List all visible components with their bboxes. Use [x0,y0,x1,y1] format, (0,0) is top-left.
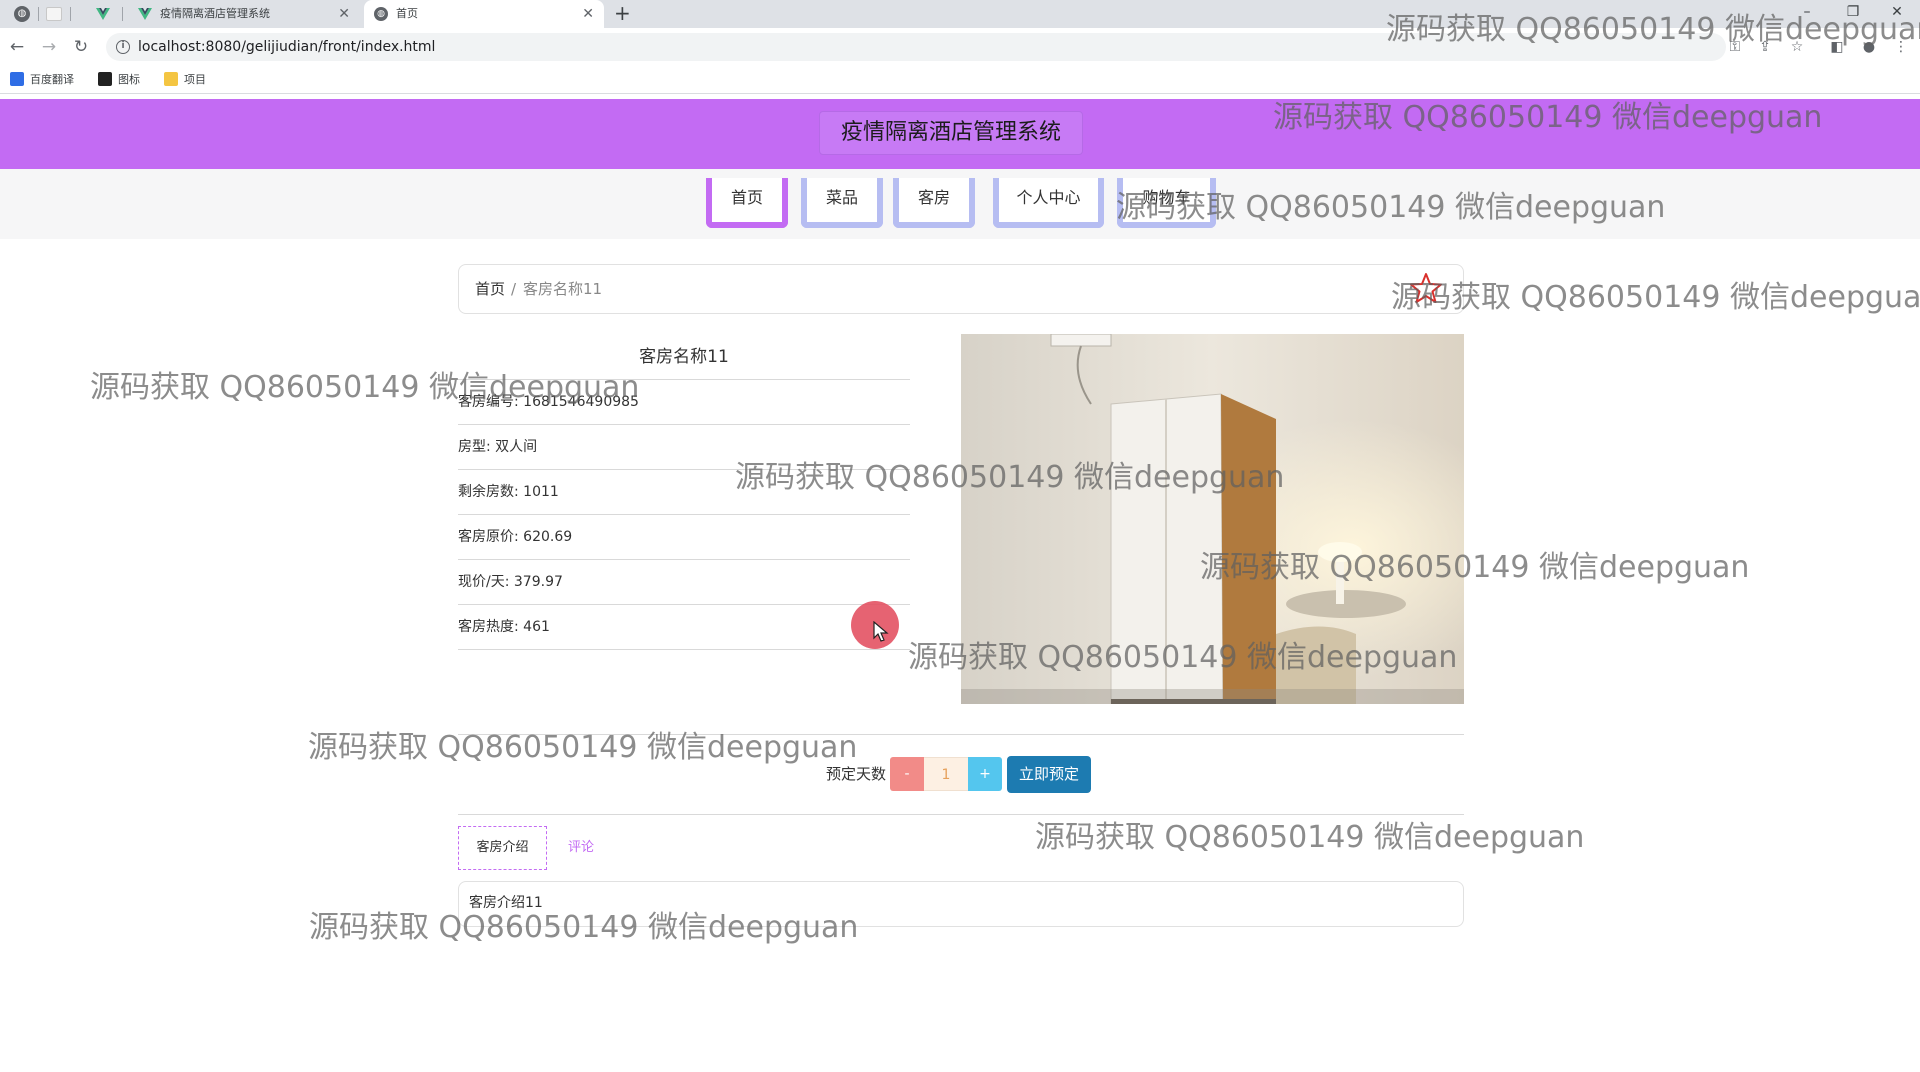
tab-hotel-system[interactable]: 疫情隔离酒店管理系统 ✕ [128,0,360,28]
breadcrumb: 首页 / 客房名称11 [458,264,1464,314]
bookmark-translate[interactable]: 百度翻译 [10,72,74,88]
breadcrumb-current: 客房名称11 [523,280,603,298]
tab-divider [122,7,123,21]
mouse-pointer-icon [873,621,889,642]
watermark: 源码获取 QQ86050149 微信deepguan [1116,190,1666,225]
bookmark-icons[interactable]: 图标 [98,72,140,88]
tab-title: 首页 [396,7,418,20]
reload-icon[interactable]: ↻ [70,36,92,58]
globe-icon: ◍ [374,7,388,21]
breadcrumb-home[interactable]: 首页 [475,265,505,313]
booking-days-input[interactable]: 1 [924,757,968,791]
blank-page-icon[interactable] [46,7,62,21]
field-value: 461 [523,619,550,635]
watermark: 源码获取 QQ86050149 微信deepguan [1273,100,1823,135]
room-popularity-row: 客房热度: 461 [458,605,910,650]
field-value: 1011 [523,484,559,500]
book-now-button[interactable]: 立即预定 [1007,756,1091,793]
field-label: 客房热度: [458,619,519,635]
close-icon[interactable]: ✕ [582,0,594,28]
field-label: 剩余房数: [458,484,519,500]
watermark: 源码获取 QQ86050149 微信deepguan [1386,12,1920,47]
bookmark-label: 图标 [118,73,140,86]
url-text: localhost:8080/gelijiudian/front/index.h… [138,39,436,55]
watermark: 源码获取 QQ86050149 微信deepguan [90,370,640,405]
field-label: 客房原价: [458,529,519,545]
watermark: 源码获取 QQ86050149 微信deepguan [309,910,859,945]
tab-comments[interactable]: 评论 [568,826,594,870]
translate-icon [10,72,24,86]
current-price-row: 现价/天: 379.97 [458,560,910,605]
icon-site-icon [98,72,112,86]
bookmark-label: 百度翻译 [30,73,74,86]
vue-logo-icon[interactable] [96,7,110,21]
folder-icon [164,72,178,86]
nav-rooms[interactable]: 客房 [893,178,975,228]
tab-divider [70,7,71,21]
tab-divider [38,7,39,21]
field-value: 双人间 [495,439,538,455]
globe-icon[interactable]: ◍ [14,6,30,22]
watermark: 源码获取 QQ86050149 微信deepguan [1391,280,1920,315]
field-label: 现价/天: [458,574,510,590]
bookmark-label: 项目 [184,73,206,86]
watermark: 源码获取 QQ86050149 微信deepguan [1035,820,1585,855]
nav-user-center[interactable]: 个人中心 [993,178,1104,228]
new-tab-button[interactable]: + [614,1,631,25]
back-arrow-icon[interactable]: ← [6,36,28,58]
watermark: 源码获取 QQ86050149 微信deepguan [308,730,858,765]
field-value: 620.69 [523,529,573,545]
original-price-row: 客房原价: 620.69 [458,515,910,560]
forward-arrow-icon[interactable]: → [38,36,60,58]
decrease-days-button[interactable]: - [890,757,924,791]
nav-dishes[interactable]: 菜品 [801,178,883,228]
field-value: 379.97 [513,574,563,590]
close-icon[interactable]: ✕ [338,0,350,28]
tab-title: 疫情隔离酒店管理系统 [160,7,270,20]
watermark: 源码获取 QQ86050149 微信deepguan [1200,550,1750,585]
watermark: 源码获取 QQ86050149 微信deepguan [735,460,1285,495]
nav-home[interactable]: 首页 [706,178,788,228]
bookmark-projects[interactable]: 项目 [164,72,206,88]
tab-home[interactable]: ◍ 首页 ✕ [364,0,604,28]
vue-logo-icon [138,8,152,20]
field-label: 房型: [458,439,491,455]
site-info-icon[interactable]: i [116,40,130,54]
bookmarks-bar: 百度翻译 图标 项目 [0,66,1920,94]
site-title: 疫情隔离酒店管理系统 [819,111,1083,155]
watermark: 源码获取 QQ86050149 微信deepguan [908,640,1458,675]
tab-room-intro[interactable]: 客房介绍 [458,826,547,870]
increase-days-button[interactable]: + [968,757,1002,791]
breadcrumb-separator: / [511,280,517,298]
